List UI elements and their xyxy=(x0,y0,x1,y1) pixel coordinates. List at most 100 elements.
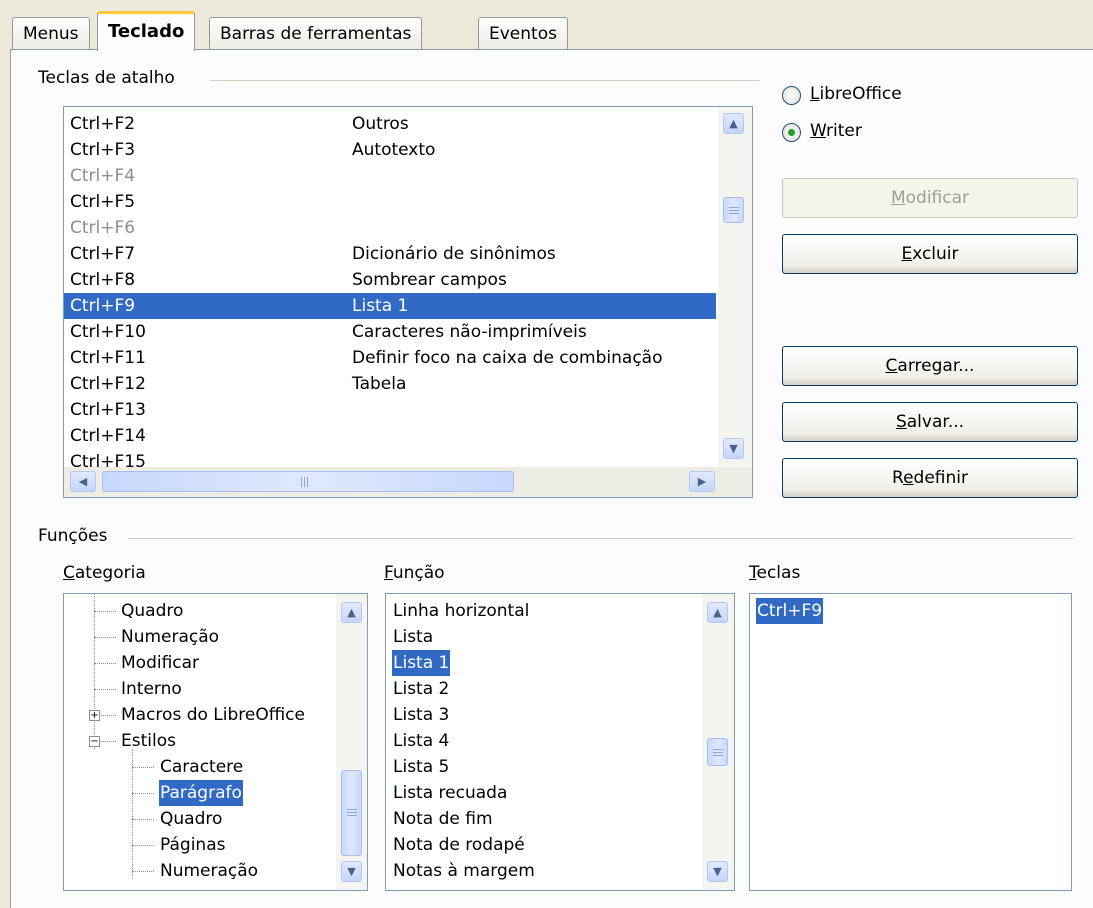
key-item[interactable]: Ctrl+F9 xyxy=(756,598,824,624)
tab-menus[interactable]: Menus xyxy=(12,17,90,50)
shortcut-command: Lista 1 xyxy=(352,296,409,316)
category-item[interactable]: Modificar xyxy=(120,650,200,676)
category-item[interactable]: Parágrafo xyxy=(159,780,243,806)
scroll-up-icon[interactable]: ▲ xyxy=(723,113,744,134)
reset-button[interactable]: Redefinir xyxy=(782,458,1078,498)
modify-button[interactable]: Modificar xyxy=(782,178,1078,218)
category-item[interactable]: Numeração xyxy=(120,624,220,650)
category-item[interactable]: Numeração xyxy=(159,858,259,884)
radio-selected-dot xyxy=(788,129,795,136)
shortcut-command: Dicionário de sinônimos xyxy=(352,244,556,264)
shortcut-command: Definir foco na caixa de combinação xyxy=(352,348,663,368)
delete-button[interactable]: Excluir xyxy=(782,234,1078,274)
shortcut-vertical-scrollbar[interactable]: ▲ ▼ xyxy=(718,107,752,467)
shortcut-keys-label: Teclas de atalho xyxy=(38,68,183,88)
radio-libreoffice[interactable] xyxy=(782,86,801,105)
tree-line xyxy=(132,871,154,872)
function-item[interactable]: Lista recuada xyxy=(392,780,508,806)
functions-label: Funções xyxy=(38,526,116,546)
shortcut-key: Ctrl+F9 xyxy=(70,296,136,316)
function-item[interactable]: Nota de rodapé xyxy=(392,832,526,858)
tree-line xyxy=(94,663,116,664)
shortcut-keys-list[interactable]: Ctrl+F2 Outros Ctrl+F3 Autotexto Ctrl+F4 Ctrl… xyxy=(63,106,753,498)
tree-line xyxy=(94,611,116,612)
shortcut-row[interactable]: Ctrl+F11 Definir foco na caixa de combina… xyxy=(64,345,716,371)
shortcut-command: Tabela xyxy=(352,374,407,394)
keys-label: Teclas xyxy=(749,563,801,583)
tab-bar: Menus Teclado Barras de ferramentas Even… xyxy=(0,0,1093,51)
scroll-down-icon[interactable]: ▼ xyxy=(341,861,362,882)
shortcut-row[interactable]: Ctrl+F4 xyxy=(64,163,716,189)
load-button[interactable]: Carregar... xyxy=(782,346,1078,386)
scroll-thumb[interactable] xyxy=(723,197,744,223)
function-scrollbar[interactable]: ▲ ▼ xyxy=(702,594,734,890)
shortcut-row[interactable]: Ctrl+F6 xyxy=(64,215,716,241)
shortcut-key: Ctrl+F12 xyxy=(70,374,146,394)
function-item[interactable]: Lista 5 xyxy=(392,754,450,780)
shortcut-horizontal-scrollbar[interactable]: ◀ ▶ xyxy=(64,467,752,497)
radio-writer[interactable] xyxy=(782,123,801,142)
category-scrollbar[interactable]: ▲ ▼ xyxy=(336,594,367,890)
shortcut-row[interactable]: Ctrl+F5 xyxy=(64,189,716,215)
category-item[interactable]: Quadro xyxy=(159,806,223,832)
scroll-thumb-horizontal[interactable] xyxy=(102,471,514,492)
shortcut-key: Ctrl+F7 xyxy=(70,244,136,264)
keys-list[interactable]: Ctrl+F9 xyxy=(749,593,1072,891)
function-item[interactable]: Lista 1 xyxy=(392,650,451,676)
scroll-up-icon[interactable]: ▲ xyxy=(341,602,362,623)
tab-keyboard[interactable]: Teclado xyxy=(97,11,196,51)
shortcut-row[interactable]: Ctrl+F2 Outros xyxy=(64,111,716,137)
shortcut-row[interactable]: Ctrl+F13 xyxy=(64,397,716,423)
divider xyxy=(128,538,1073,539)
category-item[interactable]: Caractere xyxy=(159,754,244,780)
shortcut-row[interactable]: Ctrl+F12 Tabela xyxy=(64,371,716,397)
category-item[interactable]: Quadro xyxy=(120,598,184,624)
tree-line xyxy=(132,819,154,820)
function-item[interactable]: Lista 3 xyxy=(392,702,450,728)
save-button[interactable]: Salvar... xyxy=(782,402,1078,442)
scroll-down-icon[interactable]: ▼ xyxy=(707,861,728,882)
shortcut-key: Ctrl+F2 xyxy=(70,114,136,134)
tree-line xyxy=(132,845,154,846)
divider xyxy=(210,80,760,81)
tab-events[interactable]: Eventos xyxy=(478,17,568,50)
shortcut-row[interactable]: Ctrl+F10 Caracteres não-imprimíveis xyxy=(64,319,716,345)
function-item[interactable]: Notas à margem xyxy=(392,858,536,884)
scroll-up-icon[interactable]: ▲ xyxy=(707,602,728,623)
scroll-thumb[interactable] xyxy=(341,770,362,856)
scroll-thumb[interactable] xyxy=(707,738,728,766)
category-item[interactable]: Macros do LibreOffice xyxy=(120,702,306,728)
function-item[interactable]: Nota de fim xyxy=(392,806,494,832)
category-item[interactable]: Interno xyxy=(120,676,183,702)
shortcut-row[interactable]: Ctrl+F14 xyxy=(64,423,716,449)
scroll-left-icon[interactable]: ◀ xyxy=(70,471,96,492)
category-item[interactable]: Páginas xyxy=(159,832,226,858)
shortcut-row[interactable]: Ctrl+F3 Autotexto xyxy=(64,137,716,163)
collapse-icon[interactable]: − xyxy=(89,736,100,747)
shortcut-row[interactable]: Ctrl+F8 Sombrear campos xyxy=(64,267,716,293)
shortcut-key: Ctrl+F6 xyxy=(70,218,136,238)
scroll-right-icon[interactable]: ▶ xyxy=(689,471,715,492)
expand-icon[interactable]: + xyxy=(89,710,100,721)
function-item[interactable]: Lista 2 xyxy=(392,676,450,702)
shortcut-command: Sombrear campos xyxy=(352,270,507,290)
function-item[interactable]: Linha horizontal xyxy=(392,598,530,624)
radio-libreoffice-label[interactable]: LibreOffice xyxy=(810,84,902,104)
radio-writer-label[interactable]: Writer xyxy=(810,121,862,141)
category-item[interactable]: Estilos xyxy=(120,728,177,754)
function-label: Função xyxy=(384,563,445,583)
tab-toolbars[interactable]: Barras de ferramentas xyxy=(209,17,423,50)
shortcut-row[interactable]: Ctrl+F9 Lista 1 xyxy=(64,293,716,319)
scroll-down-icon[interactable]: ▼ xyxy=(723,438,744,459)
tree-line xyxy=(94,637,116,638)
shortcut-key: Ctrl+F3 xyxy=(70,140,136,160)
function-item[interactable]: Lista xyxy=(392,624,434,650)
shortcut-command: Outros xyxy=(352,114,409,134)
shortcut-key: Ctrl+F5 xyxy=(70,192,136,212)
function-list[interactable]: Linha horizontal Lista Lista 1 Lista 2 Lista… xyxy=(385,593,735,891)
category-tree[interactable]: Quadro Numeração Modificar Interno + Macros d… xyxy=(63,593,368,891)
shortcut-key: Ctrl+F4 xyxy=(70,166,136,186)
shortcut-row[interactable]: Ctrl+F7 Dicionário de sinônimos xyxy=(64,241,716,267)
tree-line xyxy=(132,767,154,768)
function-item[interactable]: Lista 4 xyxy=(392,728,450,754)
